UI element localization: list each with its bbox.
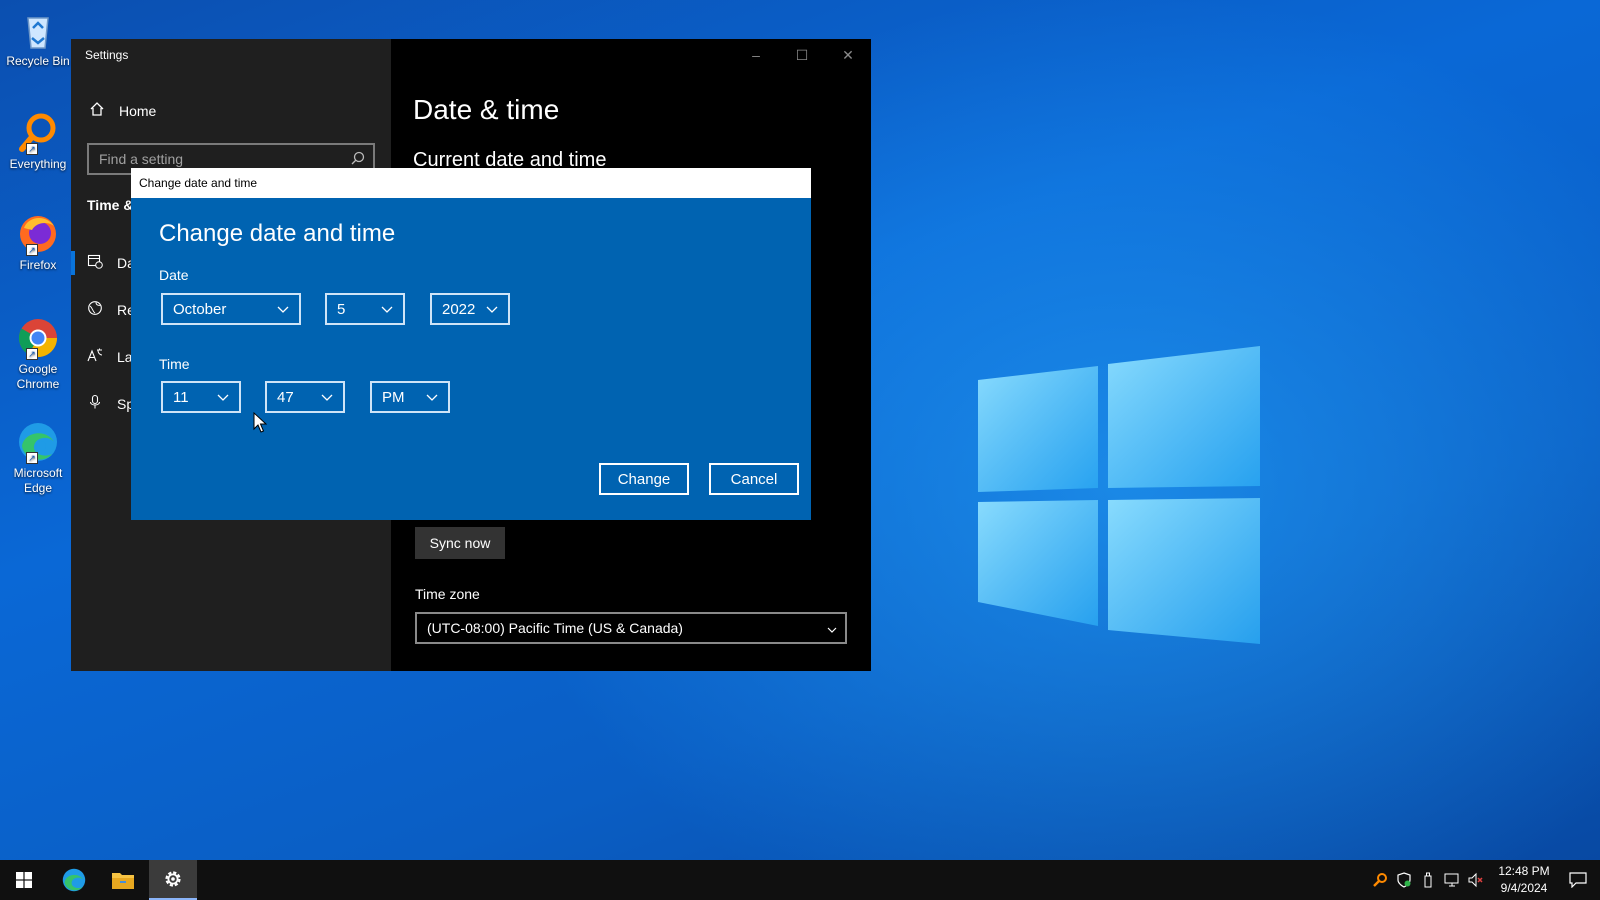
- notification-center-icon[interactable]: [1556, 872, 1600, 888]
- sidebar-item-speech[interactable]: Sp: [87, 394, 134, 413]
- hour-select[interactable]: 11: [161, 381, 241, 413]
- change-button[interactable]: Change: [599, 463, 689, 495]
- start-icon: [16, 872, 32, 888]
- edge-icon: [62, 868, 86, 892]
- chevron-down-icon: [321, 394, 333, 401]
- time-zone-value: (UTC-08:00) Pacific Time (US & Canada): [427, 620, 683, 636]
- sidebar-item-date-time[interactable]: Da: [87, 253, 135, 272]
- shortcut-arrow-icon: ↗: [26, 244, 38, 256]
- windows-logo-wallpaper: [978, 346, 1260, 644]
- sidebar-home[interactable]: Home: [89, 101, 156, 120]
- mouse-cursor-icon: [253, 412, 267, 433]
- chevron-down-icon: [381, 306, 393, 313]
- home-label: Home: [119, 102, 157, 119]
- search-placeholder: Find a setting: [99, 151, 184, 167]
- month-select[interactable]: October: [161, 293, 301, 325]
- taskbar-edge[interactable]: [50, 860, 98, 900]
- sidebar-item-region[interactable]: Re: [87, 300, 135, 319]
- defender-shield-icon[interactable]: [1392, 872, 1416, 888]
- desktop-icon-label: Google Chrome: [16, 362, 60, 391]
- date-label: Date: [159, 267, 189, 283]
- chevron-down-icon: [827, 620, 837, 636]
- everything-tray-icon[interactable]: [1368, 872, 1392, 888]
- selected-indicator: [71, 251, 75, 275]
- change-date-time-dialog: Change date and time Change date and tim…: [131, 168, 811, 520]
- recycle-bin-icon: [16, 8, 60, 52]
- settings-gear-icon: [165, 871, 181, 887]
- shortcut-arrow-icon: ↗: [26, 452, 38, 464]
- ampm-value: PM: [382, 388, 405, 406]
- time-zone-label: Time zone: [415, 586, 480, 602]
- time-zone-select[interactable]: (UTC-08:00) Pacific Time (US & Canada): [415, 612, 847, 644]
- year-value: 2022: [442, 300, 476, 318]
- system-tray: 12:48 PM 9/4/2024: [1368, 860, 1600, 900]
- window-title: Settings: [85, 48, 129, 62]
- taskbar-file-explorer[interactable]: [99, 860, 147, 900]
- dialog-title-bar: Change date and time: [131, 168, 811, 198]
- desktop-icon-label: Everything: [9, 157, 67, 171]
- taskbar: 12:48 PM 9/4/2024: [0, 860, 1600, 900]
- usb-device-icon[interactable]: [1416, 872, 1440, 888]
- ampm-select[interactable]: PM: [370, 381, 450, 413]
- shortcut-arrow-icon: ↗: [26, 348, 38, 360]
- calendar-clock-icon: [87, 253, 103, 272]
- hour-value: 11: [173, 388, 189, 406]
- sidebar-section-title: Time &: [87, 197, 134, 213]
- minute-select[interactable]: 47: [265, 381, 345, 413]
- everything-search-icon: ↗: [16, 111, 60, 155]
- page-title: Date & time: [413, 94, 560, 125]
- chrome-icon: ↗: [16, 316, 60, 360]
- close-button[interactable]: ✕: [825, 39, 871, 71]
- firefox-icon: ↗: [16, 212, 60, 256]
- maximize-button[interactable]: ☐: [779, 39, 825, 71]
- clock-date: 9/4/2024: [1500, 881, 1548, 895]
- search-icon: [351, 151, 365, 168]
- file-explorer-icon: [112, 873, 134, 889]
- volume-muted-icon[interactable]: [1464, 872, 1488, 888]
- minute-value: 47: [277, 388, 294, 406]
- chevron-down-icon: [277, 306, 289, 313]
- day-select[interactable]: 5: [325, 293, 405, 325]
- globe-icon: [87, 300, 103, 319]
- chevron-down-icon: [217, 394, 229, 401]
- desktop-icon-microsoft-edge[interactable]: ↗ Microsoft Edge: [2, 420, 74, 496]
- month-value: October: [173, 300, 227, 318]
- desktop-icon-label: Microsoft Edge: [13, 466, 63, 495]
- day-value: 5: [337, 300, 346, 318]
- network-icon[interactable]: [1440, 872, 1464, 888]
- desktop-icon-label: Recycle Bin: [6, 54, 70, 68]
- minimize-button[interactable]: –: [733, 39, 779, 71]
- cancel-button[interactable]: Cancel: [709, 463, 799, 495]
- sync-now-button[interactable]: Sync now: [415, 527, 505, 559]
- chevron-down-icon: [486, 306, 498, 313]
- edge-icon: ↗: [16, 420, 60, 464]
- taskbar-clock[interactable]: 12:48 PM 9/4/2024: [1492, 863, 1556, 897]
- desktop-icon-label: Firefox: [19, 258, 57, 272]
- desktop-icon-recycle-bin[interactable]: Recycle Bin: [2, 8, 74, 69]
- language-icon: [87, 347, 103, 366]
- clock-time: 12:48 PM: [1498, 864, 1550, 878]
- chevron-down-icon: [426, 394, 438, 401]
- sidebar-item-language[interactable]: La: [87, 347, 133, 366]
- microphone-icon: [87, 394, 103, 413]
- dialog-heading: Change date and time: [159, 220, 396, 247]
- window-controls: – ☐ ✕: [733, 39, 871, 71]
- home-icon: [89, 101, 105, 120]
- time-label: Time: [159, 356, 190, 372]
- taskbar-settings[interactable]: [149, 860, 197, 900]
- desktop-icon-google-chrome[interactable]: ↗ Google Chrome: [2, 316, 74, 392]
- start-button[interactable]: [0, 860, 48, 900]
- desktop-icon-everything[interactable]: ↗ Everything: [2, 111, 74, 172]
- desktop-icon-firefox[interactable]: ↗ Firefox: [2, 212, 74, 273]
- shortcut-arrow-icon: ↗: [26, 143, 38, 155]
- year-select[interactable]: 2022: [430, 293, 510, 325]
